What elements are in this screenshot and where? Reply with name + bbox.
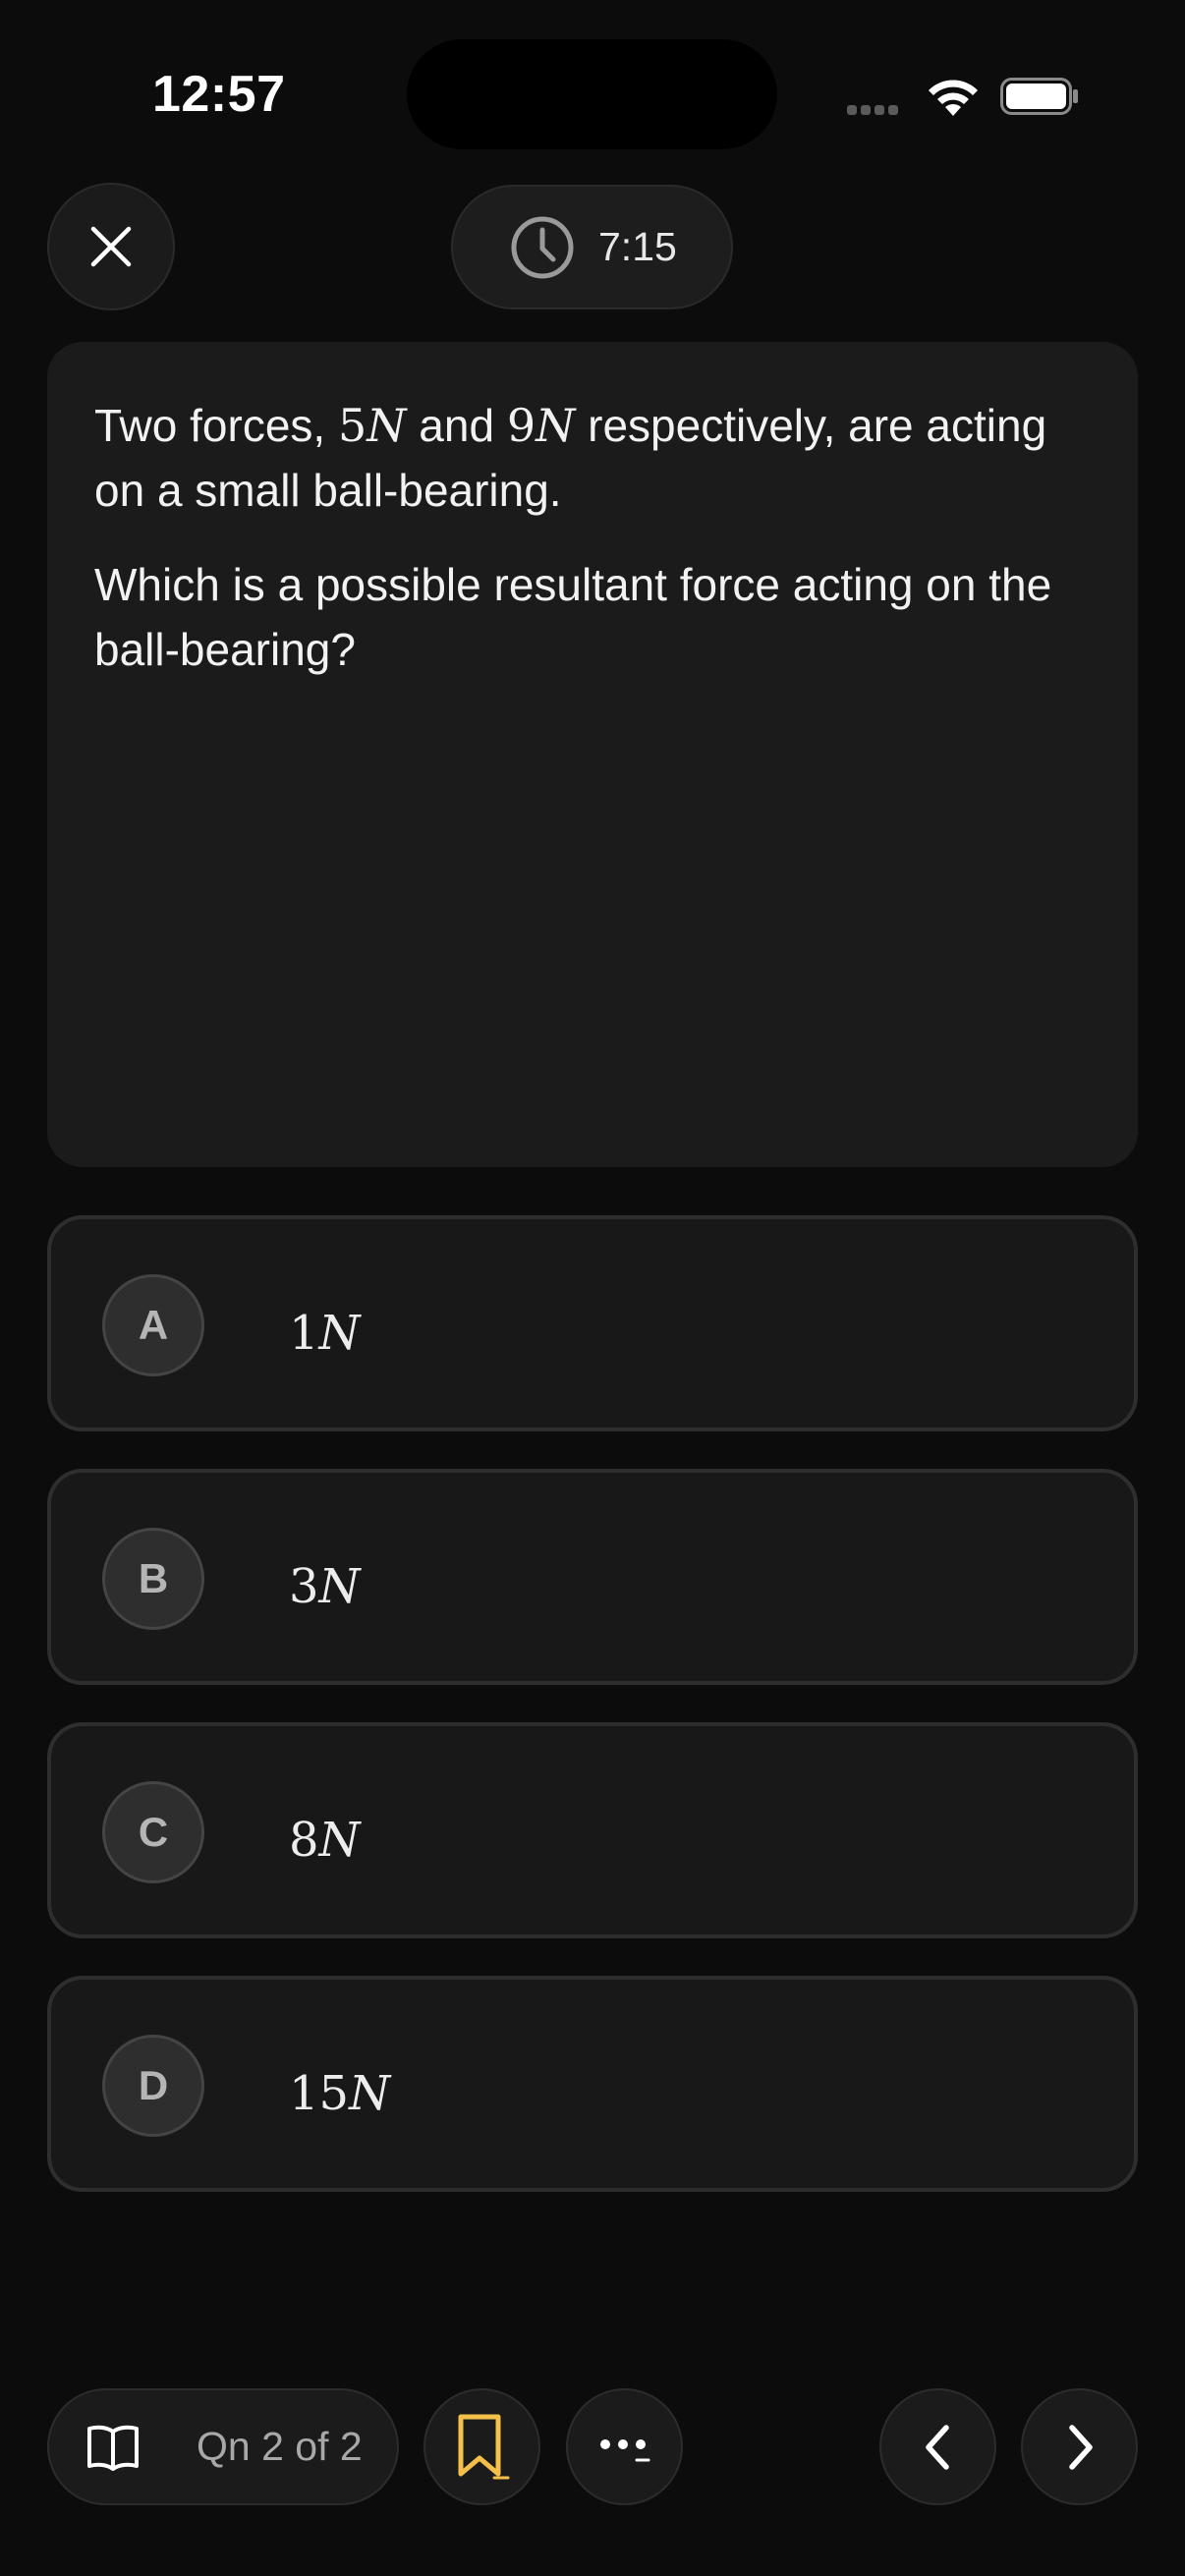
question-progress: Qn 2 of 2: [197, 2424, 363, 2469]
option-letter: C: [102, 1781, 204, 1883]
option-value: 3N: [289, 1559, 361, 1614]
option-c[interactable]: C 8N: [47, 1722, 1138, 1938]
option-d[interactable]: D 15N: [47, 1976, 1138, 2192]
option-b[interactable]: B 3N: [47, 1469, 1138, 1685]
question-navigator-button[interactable]: Qn 2 of 2: [47, 2388, 399, 2505]
more-icon: [599, 2438, 649, 2461]
timer-text: 7:15: [598, 224, 677, 269]
option-letter: B: [102, 1528, 204, 1630]
question-text: Two forces,: [94, 400, 338, 451]
option-value: 8N: [289, 1813, 361, 1868]
chevron-left-icon: [925, 2424, 949, 2470]
previous-question-button[interactable]: [879, 2388, 996, 2505]
book-icon: [87, 2425, 139, 2471]
option-letter: D: [102, 2035, 204, 2137]
dynamic-island: [407, 39, 777, 149]
question-paragraph-2: Which is a possible resultant force acti…: [94, 559, 1052, 675]
option-a[interactable]: A 1N: [47, 1215, 1138, 1431]
force-2: 9N: [506, 399, 576, 452]
timer: 7:15: [451, 185, 733, 309]
question-paragraph-1: Two forces, 5N and 9N respectively, are …: [94, 393, 1091, 523]
more-options-button[interactable]: [566, 2388, 683, 2505]
bookmark-icon: [458, 2414, 509, 2479]
chevron-right-icon: [1068, 2424, 1093, 2470]
question-text: and: [406, 400, 507, 451]
close-icon: [90, 226, 132, 267]
close-button[interactable]: [47, 183, 175, 310]
option-value: 15N: [289, 2066, 391, 2121]
next-question-button[interactable]: [1021, 2388, 1138, 2505]
cellular-signal-icon: [847, 102, 902, 120]
battery-icon: [1000, 78, 1079, 115]
clock-icon: [511, 216, 574, 278]
question-card: Two forces, 5N and 9N respectively, are …: [47, 342, 1138, 1167]
status-time: 12:57: [152, 66, 286, 123]
wifi-icon: [924, 77, 983, 123]
option-letter: A: [102, 1274, 204, 1376]
bookmark-button[interactable]: [423, 2388, 540, 2505]
force-1: 5N: [337, 399, 407, 452]
option-value: 1N: [289, 1306, 361, 1361]
